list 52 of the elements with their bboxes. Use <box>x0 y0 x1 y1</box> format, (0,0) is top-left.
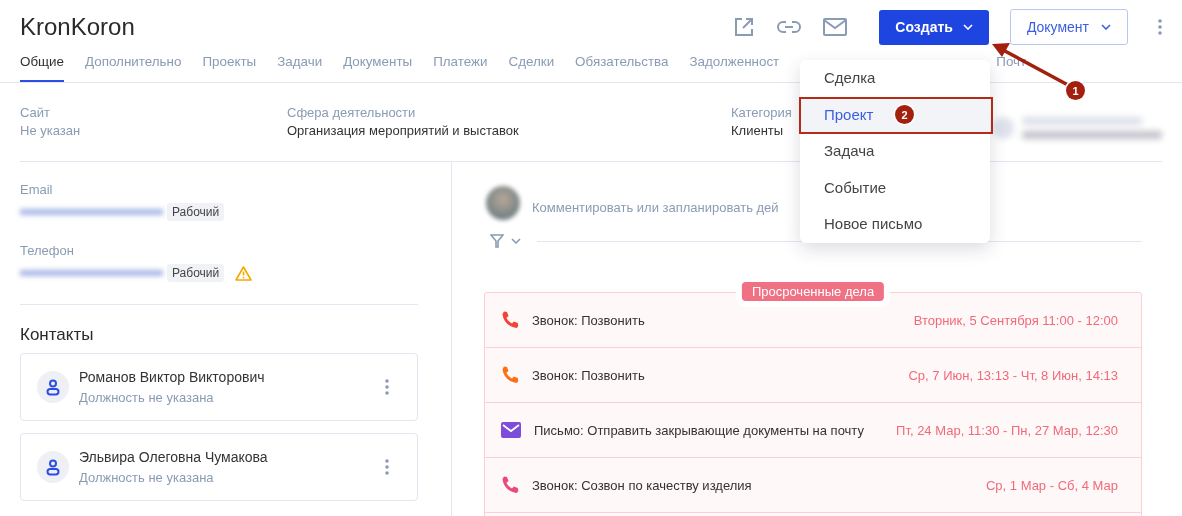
document-button[interactable]: Документ <box>1009 9 1128 45</box>
avatar <box>486 186 520 220</box>
field-label: Сфера деятельности <box>287 105 417 120</box>
contact-name: Эльвира Олеговна Чумакова <box>79 449 269 465</box>
chevron-down-icon <box>962 24 973 30</box>
step-marker: 1 <box>1066 81 1085 100</box>
mail-icon[interactable] <box>823 18 848 36</box>
contact-card[interactable]: Романов Виктор Викторович Должность не указана <box>20 353 418 421</box>
field-label: Сайт <box>20 105 51 120</box>
contact-card[interactable]: Эльвира Олеговна Чумакова Должность не указана <box>20 433 418 501</box>
activity-title: Письмо: Отправить закрывающие документы на почту <box>534 422 865 438</box>
filter-icon[interactable] <box>490 234 504 248</box>
more-icon[interactable] <box>1158 19 1162 35</box>
menu-item[interactable]: Сделка <box>800 60 990 97</box>
chevron-down-icon <box>511 238 521 244</box>
link-icon[interactable] <box>777 20 802 34</box>
page-title: KronKoron <box>20 13 136 41</box>
person-icon <box>46 378 60 396</box>
contact-role: Должность не указана <box>79 390 215 405</box>
external-link-icon[interactable] <box>733 16 756 38</box>
field-label: Категория <box>731 105 792 120</box>
activity-date: Пт, 24 Мар, 11:30 - Пн, 27 Мар, 12:30 <box>896 422 1118 438</box>
activity-title: Звонок: Созвон по качеству изделия <box>532 477 753 493</box>
section-title: Контакты <box>20 325 95 345</box>
warning-icon <box>235 265 253 281</box>
field-label: Телефон <box>20 243 75 258</box>
menu-item[interactable]: Новое письмо <box>800 206 990 243</box>
type-tag: Рабочий <box>167 264 225 282</box>
contact-role: Должность не указана <box>79 470 215 485</box>
activity-title: Звонок: Позвонить <box>532 312 646 328</box>
activity-row[interactable]: Звонок: Созвон по качеству изделия Ср, 1 Мар - Сб, 4 Мар <box>485 458 1141 513</box>
activity-row[interactable]: Письмо: Отправить закрывающие документы на почту Пт, 24 Мар, 11:30 - Пн, 27 Мар, 12:30 <box>485 403 1141 458</box>
step-marker: 2 <box>895 105 914 124</box>
field-value: Клиенты <box>731 123 785 138</box>
activity-date: Ср, 1 Мар - Сб, 4 Мар <box>986 477 1118 493</box>
activity-date: Ср, 7 Июн, 13:13 - Чт, 8 Июн, 14:13 <box>908 367 1118 383</box>
type-tag: Рабочий <box>167 203 225 221</box>
field-value: Не указан <box>20 123 82 138</box>
activity-row[interactable]: Звонок: Позвонить Ср, 7 Июн, 13:13 - Чт, 8 Июн, 14:13 <box>485 348 1141 403</box>
more-icon[interactable] <box>385 459 389 475</box>
field-label: Email <box>20 182 54 197</box>
activity-date: Вторник, 5 Сентября 11:00 - 12:00 <box>913 312 1118 328</box>
more-icon[interactable] <box>385 379 389 395</box>
tab[interactable]: Общие <box>20 54 65 82</box>
chevron-down-icon <box>1101 24 1111 30</box>
activity-title: Звонок: Позвонить <box>532 367 646 383</box>
person-icon <box>46 458 60 476</box>
create-button[interactable]: Создать <box>879 9 989 45</box>
contact-name: Романов Виктор Викторович <box>79 369 266 385</box>
menu-item[interactable]: Событие <box>800 169 990 207</box>
field-value: Организация мероприятий и выставок <box>287 123 520 138</box>
menu-item[interactable]: Задача <box>800 133 990 170</box>
